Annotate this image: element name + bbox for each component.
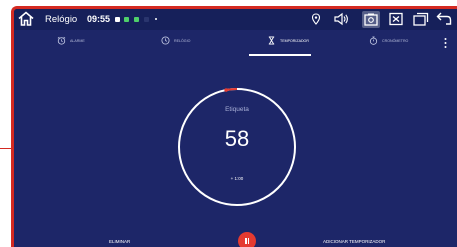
pause-icon xyxy=(245,238,247,244)
pause-button[interactable] xyxy=(238,232,256,247)
tab-label-clock: RELÓGIO xyxy=(174,38,191,43)
notification-icon-d xyxy=(144,17,149,22)
screenshot-icon[interactable] xyxy=(362,11,380,28)
notification-icon-a xyxy=(115,17,120,22)
add-minute-button[interactable]: + 1:00 xyxy=(176,176,298,181)
app-title: Relógio xyxy=(45,14,78,25)
notification-dot xyxy=(155,18,157,20)
alarm-icon xyxy=(57,36,66,45)
hourglass-icon xyxy=(268,36,275,45)
status-bar: Relógio 09:55 xyxy=(14,9,457,30)
timer-card: Etiqueta 58 + 1:00 xyxy=(176,86,298,208)
notification-icon-c xyxy=(134,17,139,22)
clock-icon xyxy=(161,36,170,45)
add-timer-button[interactable]: ADICIONAR TEMPORIZADOR xyxy=(323,239,385,244)
delete-button[interactable]: ELIMINAR xyxy=(109,239,130,244)
active-tab-indicator xyxy=(249,54,311,56)
tab-clock[interactable]: RELÓGIO xyxy=(161,36,190,45)
tab-label-timer: TEMPORIZADOR xyxy=(280,38,309,43)
tab-alarm[interactable]: ALARME xyxy=(57,36,85,45)
close-box-icon[interactable] xyxy=(388,11,404,27)
volume-icon[interactable] xyxy=(333,11,349,27)
status-time: 09:55 xyxy=(87,14,111,24)
more-options-icon[interactable] xyxy=(444,37,447,49)
home-icon[interactable] xyxy=(18,11,34,26)
tab-label-stopwatch: CRONÓMETRO xyxy=(382,38,409,43)
stopwatch-icon xyxy=(369,36,378,45)
app-window: Relógio 09:55 ALARME RELÓGIO TEMPORIZADO… xyxy=(11,6,457,247)
timer-label[interactable]: Etiqueta xyxy=(176,106,298,113)
recents-icon[interactable] xyxy=(412,11,429,27)
tab-bar: ALARME RELÓGIO TEMPORIZADOR CRONÓMETRO xyxy=(14,30,457,57)
timer-value: 58 xyxy=(224,126,250,151)
tab-timer[interactable]: TEMPORIZADOR xyxy=(267,36,309,45)
notification-icon-b xyxy=(124,17,129,22)
timer-progress-knob xyxy=(224,88,228,92)
back-icon[interactable] xyxy=(435,11,453,27)
tab-stopwatch[interactable]: CRONÓMETRO xyxy=(369,36,408,45)
location-icon xyxy=(311,13,321,25)
tab-label-alarm: ALARME xyxy=(70,38,85,43)
